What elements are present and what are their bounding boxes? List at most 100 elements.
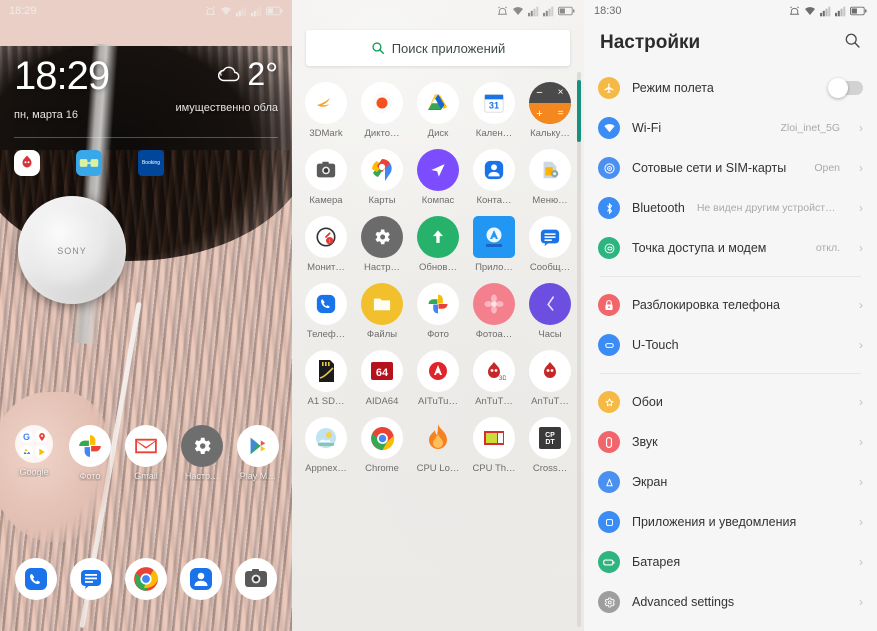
wallpaper-star-icon — [598, 391, 620, 413]
signal-sim2-icon — [835, 6, 846, 16]
app-label: AnTuT… — [531, 396, 569, 407]
utouch-icon — [598, 334, 620, 356]
settings-row-apps-notifications[interactable]: Приложения и уведомления › — [584, 502, 877, 542]
drawer-scrollbar[interactable] — [577, 72, 581, 627]
app-item-clock[interactable]: Часы — [522, 283, 578, 340]
settings-value: откл. — [815, 242, 840, 254]
app-label: Телеф… — [306, 329, 346, 340]
camera-icon[interactable] — [235, 558, 278, 600]
lockscreen-clock-widget[interactable]: 18:29 пн, марта 16 2° имущественно обла — [0, 56, 292, 121]
clock-icon — [529, 283, 571, 325]
app-label: Настр… — [363, 262, 401, 273]
app-item-settings[interactable]: Настр… — [354, 216, 410, 273]
app-item-cpu-throttle[interactable]: CPU Th… — [466, 417, 522, 474]
cpu-flame-icon — [417, 417, 459, 459]
home-app-play-music[interactable]: Play М… — [233, 425, 283, 481]
app-item-crossmark[interactable]: CP DT Cross… — [522, 417, 578, 474]
chevron-right-icon: › — [859, 475, 863, 489]
chevron-right-icon: › — [859, 395, 863, 409]
app-item-cpu-load[interactable]: CPU Lo… — [410, 417, 466, 474]
chrome-icon[interactable] — [124, 558, 167, 600]
app-item-compass[interactable]: Компас — [410, 149, 466, 206]
calendar-icon: 31 — [473, 82, 515, 124]
settings-label: Сотовые сети и SIM-карты — [632, 161, 787, 175]
app-label: Файлы — [366, 329, 398, 340]
app-item-recorder[interactable]: Дикто… — [354, 82, 410, 139]
settings-row-display[interactable]: Экран › — [584, 462, 877, 502]
app-grid: 3DMark Дикто… Диск 31 Кален… − × + = Кал… — [292, 82, 584, 474]
headphone-graphic — [18, 196, 126, 304]
wifi-icon — [221, 6, 231, 15]
recorder-icon — [361, 82, 403, 124]
app-item-aitutu[interactable]: AITuTu… — [410, 350, 466, 407]
messages-icon — [529, 216, 571, 258]
app-item-photos[interactable]: Фото — [410, 283, 466, 340]
monitor-icon: ! — [305, 216, 347, 258]
settings-row-phone-unlock[interactable]: Разблокировка телефона › — [584, 285, 877, 325]
antutu-shortcut[interactable] — [14, 150, 40, 176]
settings-row-sim-networks[interactable]: Сотовые сети и SIM-карты Open › — [584, 148, 877, 188]
phone-icon[interactable] — [14, 558, 57, 600]
app-item-calculator[interactable]: − × + = Кальку… — [522, 82, 578, 139]
settings-row-battery[interactable]: Батарея › — [584, 542, 877, 582]
widget-divider — [14, 137, 278, 138]
app-item-update[interactable]: Обнов… — [410, 216, 466, 273]
app-item-calendar[interactable]: 31 Кален… — [466, 82, 522, 139]
settings-row-hotspot[interactable]: Точка доступа и модем откл. › — [584, 228, 877, 268]
app-item-camera[interactable]: Камера — [298, 149, 354, 206]
app-item-antutu[interactable]: AnTuT… — [522, 350, 578, 407]
settings-label: Bluetooth — [632, 201, 685, 215]
app-label: Сообщ… — [529, 262, 571, 273]
page-title: Настройки — [600, 32, 701, 53]
app-label: Chrome — [365, 463, 399, 474]
app-item-chrome[interactable]: Chrome — [354, 417, 410, 474]
app-item-lenovo-app[interactable]: Прило… — [466, 216, 522, 273]
cpu-throttle-icon — [473, 417, 515, 459]
settings-row-airplane-mode[interactable]: Режим полета — [584, 68, 877, 108]
cpdt-icon: CP DT — [529, 417, 571, 459]
home-app-settings[interactable]: Настр… — [177, 425, 227, 481]
booking-shortcut[interactable]: Booking — [138, 150, 164, 176]
home-app-photos[interactable]: Фото — [65, 425, 115, 481]
app-item-files[interactable]: Файлы — [354, 283, 410, 340]
app-item-maps[interactable]: Карты — [354, 149, 410, 206]
app-item-gallery[interactable]: Фотоа… — [466, 283, 522, 340]
battery-icon — [850, 6, 867, 16]
svg-text:3D: 3D — [499, 376, 506, 382]
settings-row-sound[interactable]: Звук › — [584, 422, 877, 462]
app-search-bar[interactable]: Поиск приложений — [306, 30, 570, 66]
apps-icon — [598, 511, 620, 533]
settings-row-wifi[interactable]: Wi-Fi Zloi_inet_5G › — [584, 108, 877, 148]
airplane-mode-toggle[interactable] — [828, 78, 863, 98]
app-item-messages[interactable]: Сообщ… — [522, 216, 578, 273]
settings-value: Не виден другим устройствам — [696, 202, 840, 214]
app-item-appnex[interactable]: Appnex… — [298, 417, 354, 474]
messages-icon[interactable] — [69, 558, 112, 600]
settings-row-wallpaper[interactable]: Обои › — [584, 382, 877, 422]
app-item-file-manager[interactable]: Меню… — [522, 149, 578, 206]
home-app-google[interactable]: G Google — [9, 425, 59, 481]
clock-date: пн, марта 16 — [14, 109, 79, 121]
app-item-3dmark[interactable]: 3DMark — [298, 82, 354, 139]
weather-widget[interactable]: 2° имущественно обла — [175, 56, 278, 114]
search-icon[interactable] — [844, 32, 861, 54]
app-label: AIDA64 — [365, 396, 399, 407]
app-item-phone[interactable]: Телеф… — [298, 283, 354, 340]
settings-label: Разблокировка телефона — [632, 298, 780, 312]
home-app-label: Gmail — [134, 471, 158, 481]
contacts-icon[interactable] — [180, 558, 223, 600]
settings-gear-icon — [181, 425, 223, 467]
settings-row-advanced[interactable]: Advanced settings › — [584, 582, 877, 622]
app-item-contacts[interactable]: Конта… — [466, 149, 522, 206]
settings-row-bluetooth[interactable]: Bluetooth Не виден другим устройствам › — [584, 188, 877, 228]
app-item-aida64[interactable]: 64 AIDA64 — [354, 350, 410, 407]
drawer-scrollbar-thumb[interactable] — [577, 80, 581, 142]
app-item-monitor[interactable]: ! Монит… — [298, 216, 354, 273]
home-app-gmail[interactable]: Gmail — [121, 425, 171, 481]
glasses-shortcut[interactable] — [76, 150, 102, 176]
settings-row-u-touch[interactable]: U-Touch › — [584, 325, 877, 365]
app-item-antutu-3d[interactable]: 3D AnTuT… — [466, 350, 522, 407]
app-item-a1-sd[interactable]: A1 SD… — [298, 350, 354, 407]
app-item-drive[interactable]: Диск — [410, 82, 466, 139]
status-icons — [205, 6, 283, 17]
